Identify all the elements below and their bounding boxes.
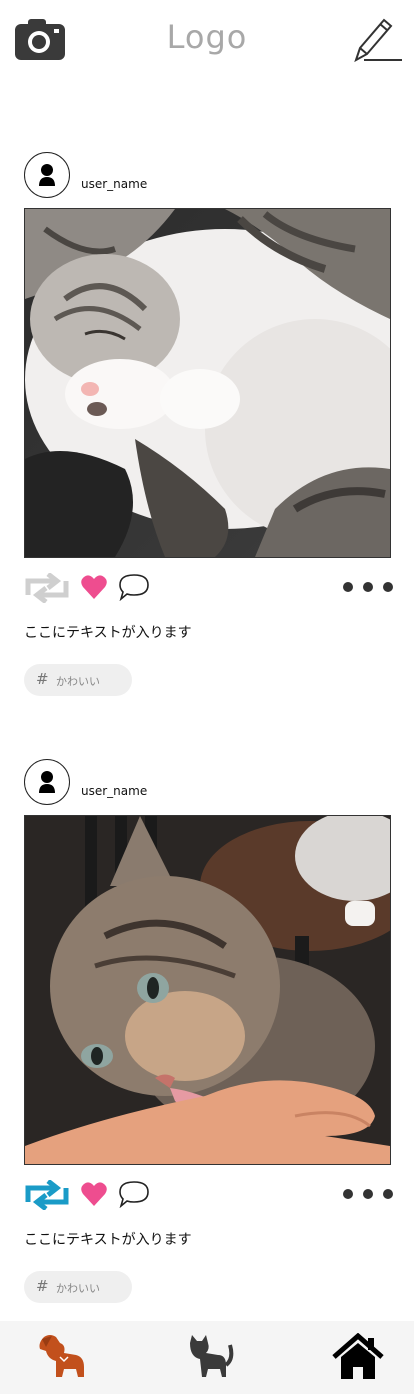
hashtag-label: かわいい (56, 1282, 100, 1295)
comment-icon[interactable] (118, 1180, 150, 1208)
heart-icon[interactable] (80, 1180, 108, 1208)
avatar[interactable] (24, 759, 70, 805)
more-options-icon[interactable] (342, 1187, 394, 1201)
post-photo[interactable] (24, 815, 391, 1165)
post-user-row[interactable]: user_name (24, 759, 324, 807)
avatar[interactable] (24, 152, 70, 198)
hashtag-chip[interactable]: # かわいい (24, 1271, 132, 1303)
hash-icon: # (36, 670, 49, 688)
hashtag-label: かわいい (56, 675, 100, 688)
home-icon[interactable] (332, 1333, 384, 1381)
more-options-icon[interactable] (342, 580, 394, 594)
user-icon (39, 164, 55, 186)
comment-icon[interactable] (118, 573, 150, 601)
cat-icon[interactable] (184, 1333, 236, 1381)
pencil-icon[interactable] (350, 14, 404, 66)
heart-icon[interactable] (80, 573, 108, 601)
post-caption: ここにテキストが入ります (24, 625, 192, 641)
post-actions (24, 1177, 394, 1211)
bottom-nav (0, 1321, 414, 1394)
post-photo[interactable] (24, 208, 391, 558)
username[interactable]: user_name (81, 784, 147, 798)
user-icon (39, 771, 55, 793)
dog-icon[interactable] (36, 1333, 88, 1381)
header: Logo (0, 0, 414, 80)
post-user-row[interactable]: user_name (24, 152, 324, 200)
post-caption: ここにテキストが入ります (24, 1232, 192, 1248)
retweet-icon[interactable] (24, 1180, 70, 1210)
post-actions (24, 570, 394, 604)
hashtag-chip[interactable]: # かわいい (24, 664, 132, 696)
retweet-icon[interactable] (24, 573, 70, 603)
username[interactable]: user_name (81, 177, 147, 191)
hash-icon: # (36, 1277, 49, 1295)
